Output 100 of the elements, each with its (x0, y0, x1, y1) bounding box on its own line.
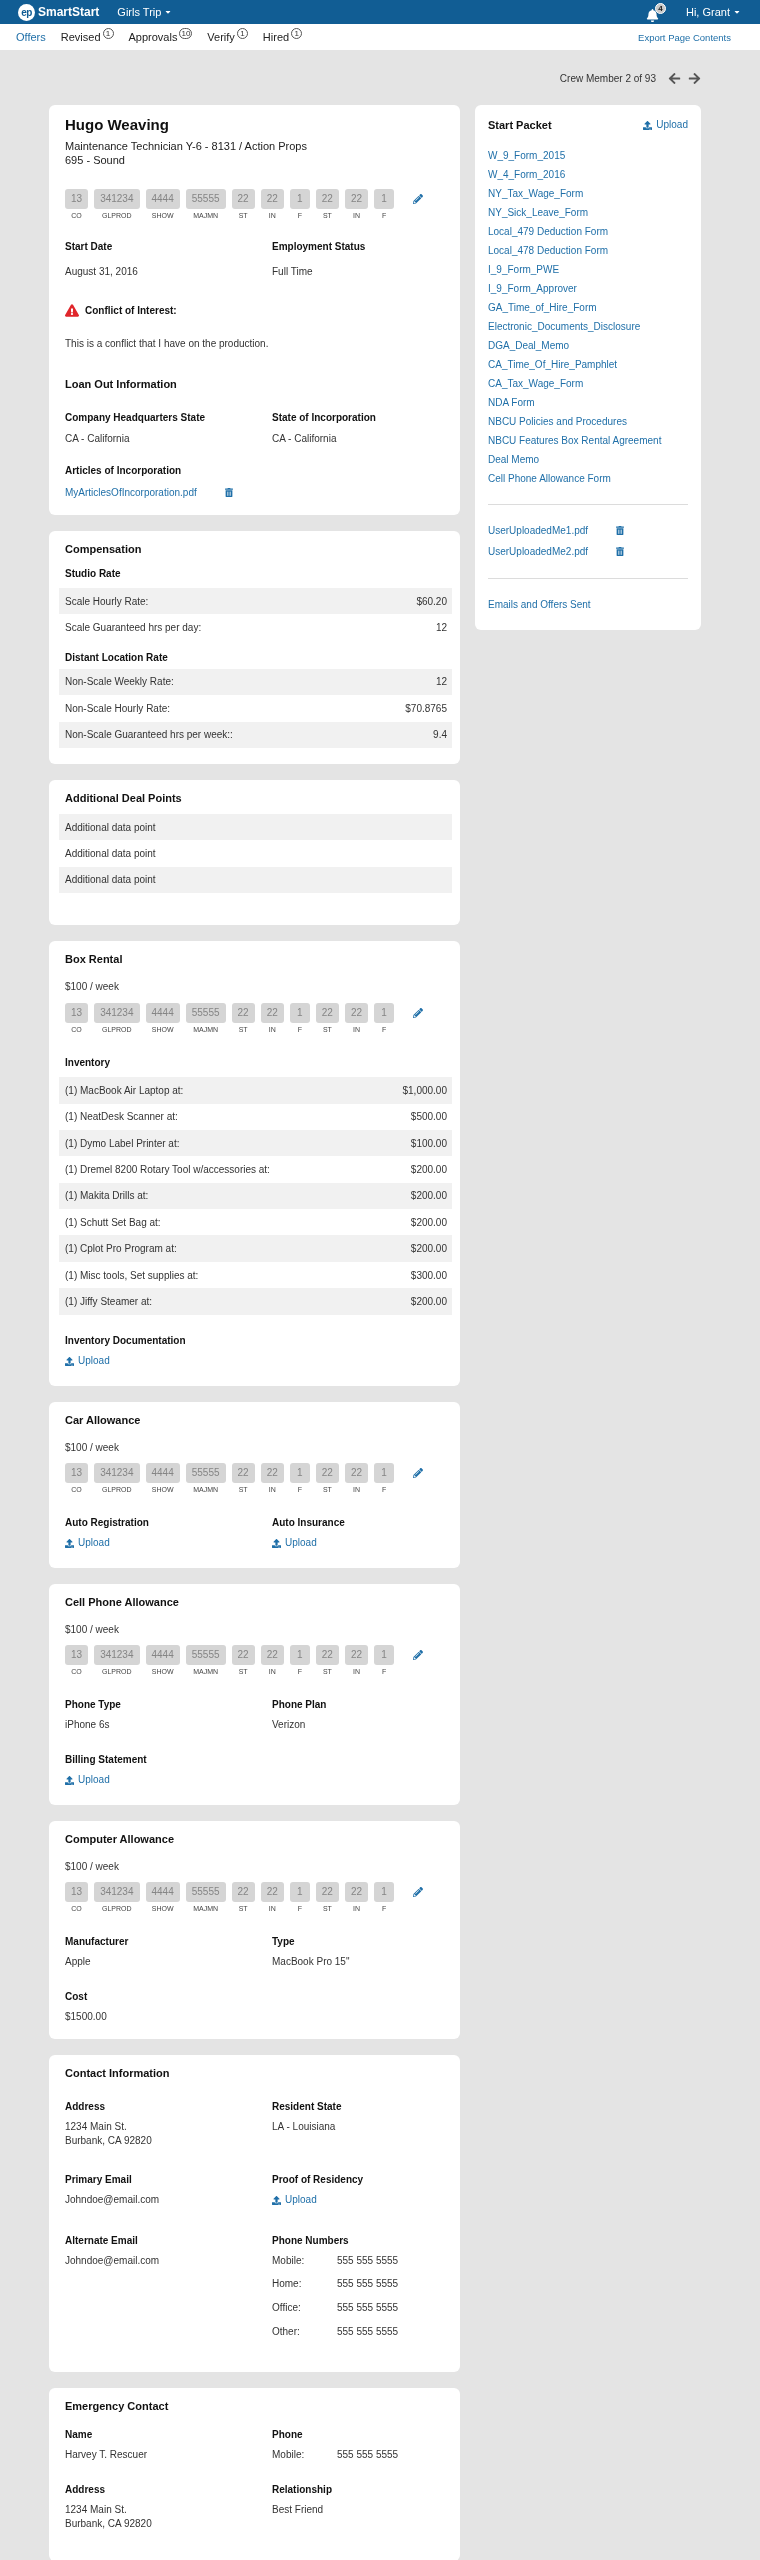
row-value: $1,000.00 (402, 1084, 447, 1096)
field-value: Johndoe@email.com (65, 2253, 160, 2267)
upload-link[interactable]: Upload (65, 1536, 110, 1551)
row-label: Non-Scale Guaranteed hrs per week:: (65, 729, 233, 741)
document-link[interactable]: CA_Time_Of_Hire_Pamphlet (488, 357, 618, 371)
account-code-field: 1 (289, 1645, 310, 1666)
field-value: $1500.00 (65, 2010, 107, 2024)
row-value: $100.00 (410, 1137, 447, 1149)
field-label: Manufacturer (65, 1935, 129, 1949)
document-link[interactable]: Local_478 Deduction Form (488, 243, 609, 257)
user-menu[interactable]: Hi, Grant (686, 5, 741, 19)
account-code-field: 1 (289, 189, 310, 209)
project-menu[interactable]: Girls Trip (117, 5, 173, 19)
rate-text: $100 / week (65, 1859, 119, 1873)
file-link[interactable]: UserUploadedMe1.pdf (488, 524, 589, 537)
field-label: Name (65, 2427, 93, 2441)
account-code-field: 22 (344, 1002, 369, 1023)
row-value: 12 (435, 676, 447, 688)
account-code-field: 22 (231, 189, 255, 209)
account-code-field: 341234 (94, 189, 140, 209)
document-link[interactable]: CA_Tax_Wage_Form (488, 376, 584, 390)
document-link[interactable]: W_4_Form_2016 (488, 167, 566, 181)
nav-tab[interactable]: Hired 1 (262, 30, 303, 44)
account-code-field: 22 (315, 1645, 339, 1666)
upload-link[interactable]: Upload (65, 1773, 110, 1788)
document-link[interactable]: Cell Phone Allowance Form (488, 471, 611, 485)
field-label: Articles of Incorporation (65, 463, 182, 477)
document-link[interactable]: W_9_Form_2015 (488, 148, 566, 162)
trash-icon[interactable] (616, 526, 625, 535)
conflict-title: Conflict of Interest: (85, 304, 177, 317)
field-value: Full Time (272, 264, 313, 278)
field-label: Phone Type (65, 1698, 121, 1712)
account-code-field: 13 (65, 1645, 89, 1666)
pencil-icon[interactable] (413, 1887, 424, 1898)
document-link[interactable]: NY_Tax_Wage_Form (488, 186, 584, 200)
group-title: Distant Location Rate (65, 650, 168, 664)
nav-tab[interactable]: Approvals 10 (128, 30, 193, 44)
pencil-icon[interactable] (413, 1468, 424, 1479)
document-link[interactable]: Local_479 Deduction Form (488, 224, 609, 238)
account-code-field: 4444 (145, 1002, 180, 1023)
upload-link[interactable]: Upload (272, 2193, 317, 2208)
document-link[interactable]: DGA_Deal_Memo (488, 338, 570, 352)
field-value: CA - California (272, 431, 337, 445)
account-code-field: 22 (260, 1002, 284, 1023)
account-code-field: 4444 (145, 1645, 180, 1666)
nav-tab[interactable]: Verify 1 (207, 30, 248, 44)
caret-icon (164, 8, 173, 16)
pencil-icon[interactable] (413, 1650, 424, 1661)
document-link[interactable]: NY_Sick_Leave_Form (488, 205, 589, 219)
group-title: Inventory (65, 1055, 110, 1069)
count-badge: 10 (179, 28, 193, 39)
field-value: MacBook Pro 15" (272, 1955, 350, 1969)
caret-icon (733, 8, 741, 16)
rate-text: $100 / week (65, 1622, 119, 1636)
document-link[interactable]: I_9_Form_Approver (488, 281, 577, 295)
document-link[interactable]: Deal Memo (488, 452, 540, 466)
account-code-field: 22 (344, 189, 369, 209)
document-link[interactable]: I_9_Form_PWE (488, 262, 560, 276)
account-code-field: 341234 (94, 1463, 140, 1484)
account-code-field: 22 (344, 1463, 369, 1484)
nav-tab[interactable]: Revised 1 (60, 30, 114, 44)
upload-link[interactable]: Upload (272, 1536, 317, 1551)
account-code-field: 1 (289, 1002, 310, 1023)
account-code-field: 13 (65, 1882, 89, 1903)
document-link[interactable]: NDA Form (488, 395, 535, 409)
upload-link[interactable]: Upload (65, 1354, 110, 1369)
trash-icon[interactable] (616, 547, 625, 556)
pencil-icon[interactable] (413, 1007, 424, 1018)
row-label: Non-Scale Weekly Rate: (65, 676, 174, 688)
trash-icon[interactable] (224, 487, 233, 497)
arrow-right-icon[interactable] (688, 71, 701, 85)
row-label: (1) Dymo Label Printer at: (65, 1137, 180, 1149)
document-link[interactable]: NBCU Policies and Procedures (488, 414, 627, 428)
nav-tab[interactable]: Offers (16, 30, 46, 44)
pencil-icon[interactable] (413, 194, 424, 204)
sent-link[interactable]: Emails and Offers Sent (488, 598, 591, 611)
field-value: Verizon (272, 1718, 306, 1732)
department-text: 695 - Sound (65, 153, 125, 167)
document-link[interactable]: Electronic_Documents_Disclosure (488, 319, 641, 333)
upload-link[interactable]: Upload (643, 118, 688, 132)
logo-mark: ep (18, 3, 35, 21)
card-title: Contact Information (65, 2066, 170, 2081)
file-link[interactable]: UserUploadedMe2.pdf (488, 545, 589, 558)
document-link[interactable]: GA_Time_of_Hire_Form (488, 300, 597, 314)
file-link[interactable]: MyArticlesOfIncorporation.pdf (65, 485, 197, 499)
row-value: $200.00 (410, 1164, 447, 1175)
account-code-field: 4444 (145, 1882, 180, 1903)
phone-number: 555 555 5555 (337, 2253, 399, 2267)
export-link[interactable]: Export Page Contents (638, 31, 731, 43)
row-value: $300.00 (410, 1269, 447, 1281)
row-value: $500.00 (410, 1111, 447, 1123)
document-link[interactable]: NBCU Features Box Rental Agreement (488, 433, 662, 447)
arrow-left-icon[interactable] (668, 71, 681, 85)
notifications-button[interactable]: 4 (646, 2, 666, 22)
position-text: Maintenance Technician Y-6 - 8131 / Action Props (65, 139, 307, 153)
phone-type-label: Other: (272, 2324, 300, 2338)
account-code-field: 1 (374, 189, 395, 209)
account-code-field: 22 (260, 1882, 284, 1903)
account-code-field: 22 (260, 1645, 284, 1666)
account-code-field: 55555 (185, 1645, 226, 1666)
